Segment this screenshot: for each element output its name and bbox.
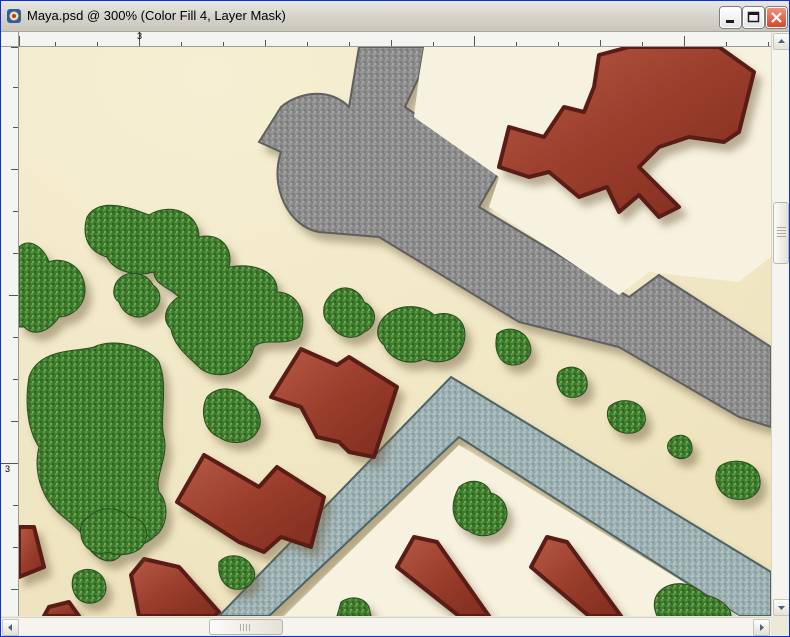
maximize-icon (747, 11, 760, 23)
tree (715, 460, 761, 501)
scroll-up-button[interactable] (773, 33, 789, 50)
scroll-left-arrow-icon (8, 624, 12, 631)
close-button[interactable] (766, 7, 787, 28)
horizontal-scroll-thumb[interactable] (209, 619, 283, 635)
ruler-origin[interactable] (1, 32, 19, 47)
scroll-up-arrow-icon (778, 39, 785, 43)
photoshop-document-icon[interactable] (6, 8, 22, 24)
minimize-icon (726, 20, 734, 23)
scroll-down-button[interactable] (773, 599, 789, 616)
maximize-button[interactable] (743, 7, 764, 28)
close-icon (771, 12, 782, 23)
vertical-scrollbar[interactable] (771, 32, 789, 616)
left-ruler-label: 3 (5, 464, 11, 474)
top-ruler-label: 3 (137, 31, 143, 41)
title-bar[interactable]: Maya.psd @ 300% (Color Fill 4, Layer Mas… (1, 1, 789, 32)
scroll-right-arrow-icon (760, 624, 764, 631)
document-window: Maya.psd @ 300% (Color Fill 4, Layer Mas… (0, 0, 790, 637)
vertical-scroll-thumb[interactable] (773, 202, 789, 264)
minimize-button[interactable] (720, 7, 741, 28)
document-canvas[interactable] (19, 47, 771, 616)
map-artwork (19, 47, 771, 616)
tree (71, 568, 107, 604)
resize-corner[interactable] (771, 617, 789, 635)
scroll-right-button[interactable] (753, 619, 770, 636)
scroll-down-arrow-icon (778, 606, 785, 610)
tree (556, 366, 588, 398)
window-title: Maya.psd @ 300% (Color Fill 4, Layer Mas… (27, 8, 286, 23)
tree (667, 434, 693, 460)
vertical-ruler[interactable]: 3 (1, 47, 19, 616)
scroll-left-button[interactable] (2, 619, 19, 636)
horizontal-scrollbar[interactable] (1, 617, 771, 636)
tree (377, 306, 466, 363)
horizontal-ruler[interactable]: 3 (19, 32, 771, 47)
